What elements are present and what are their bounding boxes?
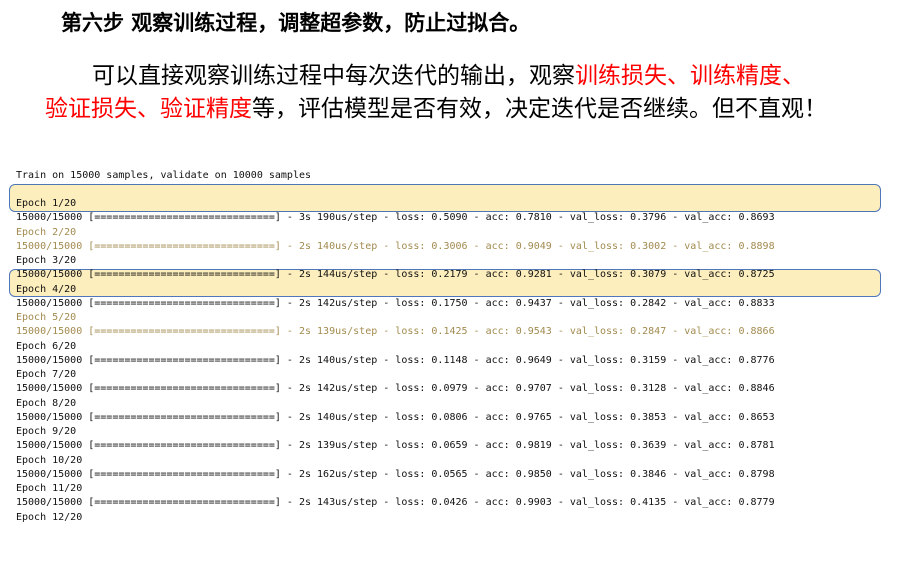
epoch-label: Epoch 5/20 bbox=[16, 312, 77, 323]
training-log: Train on 15000 samples, validate on 1000… bbox=[16, 140, 896, 525]
epoch-label: Epoch 6/20 bbox=[16, 340, 77, 352]
epoch-progress: 15000/15000 [===========================… bbox=[16, 240, 775, 252]
epoch-progress: 15000/15000 [===========================… bbox=[16, 326, 775, 338]
description-emphasis: 训练损失、训练精度、 bbox=[575, 63, 805, 89]
epoch-label: Epoch 9/20 bbox=[16, 426, 77, 437]
epoch-progress: 15000/15000 [===========================… bbox=[16, 497, 775, 509]
description-line-1: 可以直接观察训练过程中每次迭代的输出，观察训练损失、训练精度、 bbox=[40, 60, 880, 93]
epoch-label: Epoch 10/20 bbox=[16, 454, 83, 466]
epoch-progress: 15000/15000 [===========================… bbox=[16, 297, 775, 309]
epoch-progress: 15000/15000 [===========================… bbox=[16, 411, 775, 423]
epoch-progress: 15000/15000 [===========================… bbox=[16, 383, 775, 395]
log-header: Train on 15000 samples, validate on 1000… bbox=[16, 169, 312, 181]
epoch-progress: 15000/15000 [===========================… bbox=[16, 468, 775, 480]
epoch-label: Epoch 7/20 bbox=[16, 369, 77, 380]
description-text: 可以直接观察训练过程中每次迭代的输出，观察 bbox=[92, 63, 575, 89]
epoch-label: Epoch 3/20 bbox=[16, 255, 77, 266]
slide-description: 可以直接观察训练过程中每次迭代的输出，观察训练损失、训练精度、 验证损失、验证精… bbox=[40, 60, 880, 126]
slide-title: 第六步 观察训练过程，调整超参数，防止过拟合。 bbox=[61, 11, 531, 35]
description-emphasis: 验证损失、验证精度 bbox=[45, 96, 252, 122]
epoch-label: Epoch 2/20 bbox=[16, 226, 77, 238]
epoch-label: Epoch 12/20 bbox=[16, 511, 83, 523]
epoch-progress: 15000/15000 [===========================… bbox=[16, 269, 775, 281]
epoch-progress: 15000/15000 [===========================… bbox=[16, 212, 775, 224]
epoch-progress: 15000/15000 [===========================… bbox=[16, 354, 775, 366]
description-line-2: 验证损失、验证精度等，评估模型是否有效，决定迭代是否继续。但不直观！ bbox=[40, 93, 880, 126]
epoch-label: Epoch 11/20 bbox=[16, 483, 83, 494]
epoch-label: Epoch 8/20 bbox=[16, 397, 77, 409]
epoch-label: Epoch 4/20 bbox=[16, 283, 77, 295]
epoch-label: Epoch 1/20 bbox=[16, 198, 77, 209]
description-text: 等，评估模型是否有效，决定迭代是否继续。但不直观！ bbox=[252, 96, 827, 122]
epoch-progress: 15000/15000 [===========================… bbox=[16, 440, 775, 452]
